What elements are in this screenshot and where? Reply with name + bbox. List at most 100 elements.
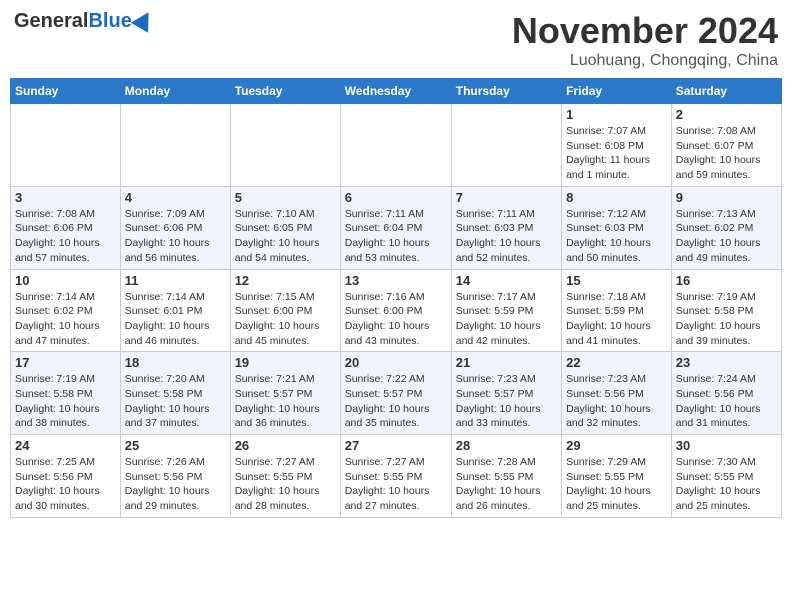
- day-info: Sunrise: 7:14 AM Sunset: 6:01 PM Dayligh…: [125, 290, 226, 349]
- day-number: 19: [235, 355, 336, 370]
- calendar-cell: 10 Sunrise: 7:14 AM Sunset: 6:02 PM Dayli…: [11, 269, 121, 352]
- day-info: Sunrise: 7:08 AM Sunset: 6:07 PM Dayligh…: [676, 124, 777, 183]
- calendar-cell: 29 Sunrise: 7:29 AM Sunset: 5:55 PM Dayli…: [562, 435, 672, 518]
- calendar-cell: 26Sunrise: 7:27 AM Sunset: 5:55 PM Dayli…: [230, 435, 340, 518]
- day-info: Sunrise: 7:09 AM Sunset: 6:06 PM Dayligh…: [125, 207, 226, 266]
- calendar-cell: 21Sunrise: 7:23 AM Sunset: 5:57 PM Dayli…: [451, 352, 561, 435]
- day-info: Sunrise: 7:24 AM Sunset: 5:56 PM Dayligh…: [676, 372, 777, 431]
- calendar-week-row: 3 Sunrise: 7:08 AM Sunset: 6:06 PM Daylig…: [11, 186, 782, 269]
- weekday-header-sunday: Sunday: [11, 79, 121, 104]
- day-info: Sunrise: 7:07 AM Sunset: 6:08 PM Dayligh…: [566, 124, 667, 183]
- day-info: Sunrise: 7:30 AM Sunset: 5:55 PM Dayligh…: [676, 455, 777, 514]
- location: Luohuang, Chongqing, China: [512, 52, 778, 70]
- calendar-cell: 19 Sunrise: 7:21 AM Sunset: 5:57 PM Dayli…: [230, 352, 340, 435]
- calendar-week-row: 17Sunrise: 7:19 AM Sunset: 5:58 PM Dayli…: [11, 352, 782, 435]
- weekday-header-row: SundayMondayTuesdayWednesdayThursdayFrid…: [11, 79, 782, 104]
- calendar-cell: 16 Sunrise: 7:19 AM Sunset: 5:58 PM Dayli…: [671, 269, 781, 352]
- weekday-header-wednesday: Wednesday: [340, 79, 451, 104]
- day-number: 26: [235, 438, 336, 453]
- weekday-header-thursday: Thursday: [451, 79, 561, 104]
- day-info: Sunrise: 7:19 AM Sunset: 5:58 PM Dayligh…: [676, 290, 777, 349]
- day-number: 22: [566, 355, 667, 370]
- day-info: Sunrise: 7:08 AM Sunset: 6:06 PM Dayligh…: [15, 207, 116, 266]
- calendar-cell: [230, 104, 340, 187]
- calendar-cell: 27Sunrise: 7:27 AM Sunset: 5:55 PM Dayli…: [340, 435, 451, 518]
- day-number: 15: [566, 273, 667, 288]
- day-number: 18: [125, 355, 226, 370]
- day-info: Sunrise: 7:28 AM Sunset: 5:55 PM Dayligh…: [456, 455, 557, 514]
- logo-blue: Blue: [88, 10, 131, 33]
- calendar-cell: 2 Sunrise: 7:08 AM Sunset: 6:07 PM Daylig…: [671, 104, 781, 187]
- day-info: Sunrise: 7:21 AM Sunset: 5:57 PM Dayligh…: [235, 372, 336, 431]
- day-number: 9: [676, 190, 777, 205]
- day-info: Sunrise: 7:16 AM Sunset: 6:00 PM Dayligh…: [345, 290, 447, 349]
- day-info: Sunrise: 7:10 AM Sunset: 6:05 PM Dayligh…: [235, 207, 336, 266]
- calendar-cell: 11 Sunrise: 7:14 AM Sunset: 6:01 PM Dayli…: [120, 269, 230, 352]
- day-info: Sunrise: 7:12 AM Sunset: 6:03 PM Dayligh…: [566, 207, 667, 266]
- day-info: Sunrise: 7:27 AM Sunset: 5:55 PM Dayligh…: [345, 455, 447, 514]
- day-number: 16: [676, 273, 777, 288]
- day-number: 13: [345, 273, 447, 288]
- day-info: Sunrise: 7:14 AM Sunset: 6:02 PM Dayligh…: [15, 290, 116, 349]
- calendar-cell: 4 Sunrise: 7:09 AM Sunset: 6:06 PM Daylig…: [120, 186, 230, 269]
- day-info: Sunrise: 7:26 AM Sunset: 5:56 PM Dayligh…: [125, 455, 226, 514]
- day-info: Sunrise: 7:19 AM Sunset: 5:58 PM Dayligh…: [15, 372, 116, 431]
- calendar-week-row: 10 Sunrise: 7:14 AM Sunset: 6:02 PM Dayli…: [11, 269, 782, 352]
- calendar-cell: 30 Sunrise: 7:30 AM Sunset: 5:55 PM Dayli…: [671, 435, 781, 518]
- calendar-cell: [120, 104, 230, 187]
- day-info: Sunrise: 7:22 AM Sunset: 5:57 PM Dayligh…: [345, 372, 447, 431]
- calendar-cell: 5Sunrise: 7:10 AM Sunset: 6:05 PM Daylig…: [230, 186, 340, 269]
- day-number: 25: [125, 438, 226, 453]
- calendar-cell: 15 Sunrise: 7:18 AM Sunset: 5:59 PM Dayli…: [562, 269, 672, 352]
- day-number: 3: [15, 190, 116, 205]
- calendar-cell: [340, 104, 451, 187]
- month-title: November 2024: [512, 10, 778, 52]
- day-info: Sunrise: 7:23 AM Sunset: 5:57 PM Dayligh…: [456, 372, 557, 431]
- day-number: 28: [456, 438, 557, 453]
- day-info: Sunrise: 7:11 AM Sunset: 6:03 PM Dayligh…: [456, 207, 557, 266]
- day-info: Sunrise: 7:15 AM Sunset: 6:00 PM Dayligh…: [235, 290, 336, 349]
- day-number: 20: [345, 355, 447, 370]
- calendar-cell: 13 Sunrise: 7:16 AM Sunset: 6:00 PM Dayli…: [340, 269, 451, 352]
- day-number: 1: [566, 107, 667, 122]
- day-number: 12: [235, 273, 336, 288]
- calendar-cell: 22Sunrise: 7:23 AM Sunset: 5:56 PM Dayli…: [562, 352, 672, 435]
- weekday-header-saturday: Saturday: [671, 79, 781, 104]
- weekday-header-friday: Friday: [562, 79, 672, 104]
- calendar-cell: 6 Sunrise: 7:11 AM Sunset: 6:04 PM Daylig…: [340, 186, 451, 269]
- day-info: Sunrise: 7:20 AM Sunset: 5:58 PM Dayligh…: [125, 372, 226, 431]
- calendar-cell: [451, 104, 561, 187]
- day-number: 10: [15, 273, 116, 288]
- calendar-cell: 14Sunrise: 7:17 AM Sunset: 5:59 PM Dayli…: [451, 269, 561, 352]
- calendar-week-row: 24 Sunrise: 7:25 AM Sunset: 5:56 PM Dayli…: [11, 435, 782, 518]
- day-number: 4: [125, 190, 226, 205]
- calendar-cell: 24 Sunrise: 7:25 AM Sunset: 5:56 PM Dayli…: [11, 435, 121, 518]
- weekday-header-tuesday: Tuesday: [230, 79, 340, 104]
- calendar-cell: 17Sunrise: 7:19 AM Sunset: 5:58 PM Dayli…: [11, 352, 121, 435]
- calendar-cell: 12 Sunrise: 7:15 AM Sunset: 6:00 PM Dayli…: [230, 269, 340, 352]
- calendar-cell: [11, 104, 121, 187]
- calendar-cell: 23Sunrise: 7:24 AM Sunset: 5:56 PM Dayli…: [671, 352, 781, 435]
- day-number: 6: [345, 190, 447, 205]
- day-info: Sunrise: 7:11 AM Sunset: 6:04 PM Dayligh…: [345, 207, 447, 266]
- day-number: 2: [676, 107, 777, 122]
- day-number: 8: [566, 190, 667, 205]
- day-info: Sunrise: 7:25 AM Sunset: 5:56 PM Dayligh…: [15, 455, 116, 514]
- title-area: November 2024 Luohuang, Chongqing, China: [512, 10, 778, 70]
- day-number: 24: [15, 438, 116, 453]
- calendar-cell: 9Sunrise: 7:13 AM Sunset: 6:02 PM Daylig…: [671, 186, 781, 269]
- logo-general: General: [14, 10, 88, 33]
- calendar-table: SundayMondayTuesdayWednesdayThursdayFrid…: [10, 78, 782, 518]
- calendar-cell: 1 Sunrise: 7:07 AM Sunset: 6:08 PM Daylig…: [562, 104, 672, 187]
- day-info: Sunrise: 7:18 AM Sunset: 5:59 PM Dayligh…: [566, 290, 667, 349]
- day-number: 11: [125, 273, 226, 288]
- day-info: Sunrise: 7:29 AM Sunset: 5:55 PM Dayligh…: [566, 455, 667, 514]
- calendar-cell: 18 Sunrise: 7:20 AM Sunset: 5:58 PM Dayli…: [120, 352, 230, 435]
- day-number: 7: [456, 190, 557, 205]
- calendar-cell: 8 Sunrise: 7:12 AM Sunset: 6:03 PM Daylig…: [562, 186, 672, 269]
- day-number: 30: [676, 438, 777, 453]
- page-header: General Blue November 2024 Luohuang, Cho…: [10, 10, 782, 70]
- logo: General Blue: [14, 10, 154, 33]
- calendar-cell: 25 Sunrise: 7:26 AM Sunset: 5:56 PM Dayli…: [120, 435, 230, 518]
- day-number: 29: [566, 438, 667, 453]
